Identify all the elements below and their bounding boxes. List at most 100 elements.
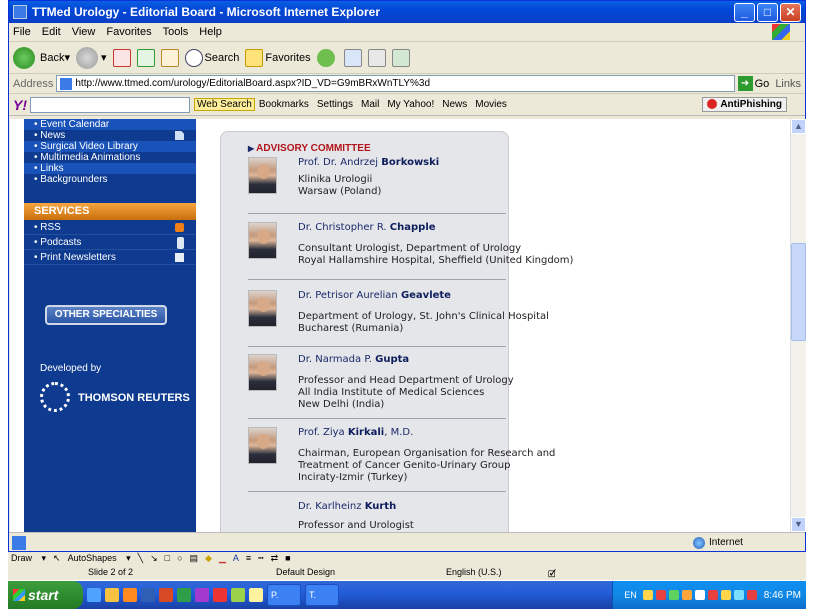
thomson-reuters-link[interactable]: THOMSON REUTERS (78, 392, 190, 404)
line-tool-icon[interactable]: ╲ (138, 553, 143, 564)
settings-button[interactable]: Settings (317, 99, 353, 110)
web-search-button[interactable]: Web Search (194, 98, 255, 111)
scroll-up-button[interactable]: ▲ (791, 119, 806, 134)
sidebar-item-links[interactable]: Links (24, 163, 196, 174)
font-color-icon[interactable]: A (233, 553, 239, 563)
shadow-style-icon[interactable]: ■ (285, 553, 290, 563)
home-button[interactable] (160, 48, 179, 67)
print-button[interactable] (367, 48, 386, 67)
word-quicklaunch-icon[interactable] (141, 588, 155, 602)
start-button[interactable]: start (8, 581, 83, 609)
notes-quicklaunch-icon[interactable] (249, 588, 263, 602)
ie-quicklaunch-icon[interactable] (87, 588, 101, 602)
mail-button-yahoo[interactable]: Mail (361, 99, 379, 110)
links-button[interactable]: Links (775, 78, 801, 90)
member-surname: Borkowski (381, 157, 440, 168)
autoshapes-menu[interactable]: AutoShapes ▾ (68, 553, 131, 564)
favorites-button[interactable]: Favorites (245, 48, 311, 67)
fill-color-icon[interactable]: ◆ (205, 553, 212, 564)
tray-icon[interactable] (655, 590, 666, 600)
member-name[interactable]: Prof. Dr. Andrzej Borkowski (298, 157, 439, 168)
taskbar-button-ttmed[interactable]: T. (305, 584, 339, 606)
member-name[interactable]: Dr. Christopher R. Chapple (298, 222, 436, 233)
messenger-button[interactable] (391, 48, 410, 67)
sidebar-item-backgrounders[interactable]: Backgrounders (24, 174, 196, 185)
oval-tool-icon[interactable]: ○ (177, 553, 182, 563)
refresh-button[interactable] (136, 48, 155, 67)
messenger-quicklaunch-icon[interactable] (231, 588, 245, 602)
browser-window: TTMed Urology - Editorial Board - Micros… (8, 0, 806, 552)
clock[interactable]: 8:46 PM (764, 590, 801, 601)
scrollbar-thumb[interactable] (791, 243, 806, 341)
menu-help[interactable]: Help (199, 26, 222, 38)
line-style-icon[interactable]: ≡ (246, 553, 251, 563)
other-specialties-button[interactable]: OTHER SPECIALTIES (45, 305, 167, 325)
input-language[interactable]: EN (624, 590, 637, 600)
menu-edit[interactable]: Edit (42, 26, 61, 38)
rectangle-tool-icon[interactable]: □ (165, 553, 170, 563)
tray-icon[interactable] (733, 590, 744, 600)
dash-style-icon[interactable]: ┅ (258, 553, 263, 564)
folder-quicklaunch-icon[interactable] (105, 588, 119, 602)
bookmarks-button[interactable]: Bookmarks (259, 99, 309, 110)
my-yahoo-button[interactable]: My Yahoo! (387, 99, 434, 110)
minimize-button[interactable]: _ (734, 2, 755, 22)
menu-tools[interactable]: Tools (163, 26, 189, 38)
tray-icon[interactable] (642, 590, 653, 600)
member-affiliation: Professor and Head Department of Urology… (298, 375, 514, 411)
powerpoint-quicklaunch-icon[interactable] (159, 588, 173, 602)
member-name[interactable]: Dr. Petrisor Aurelian Geavlete (298, 290, 451, 301)
excel-quicklaunch-icon[interactable] (177, 588, 191, 602)
member-name[interactable]: Prof. Ziya Kirkali, M.D. (298, 427, 413, 438)
tray-icon[interactable] (720, 590, 731, 600)
member-name[interactable]: Dr. Karlheinz Kurth (298, 501, 396, 512)
vertical-scrollbar[interactable]: ▲ ▼ (790, 119, 806, 532)
history-button[interactable] (316, 48, 338, 67)
select-pointer-icon[interactable]: ↖ (53, 553, 61, 564)
tray-icon[interactable] (694, 590, 705, 600)
stop-button[interactable] (112, 48, 131, 67)
scroll-down-button[interactable]: ▼ (791, 517, 806, 532)
acrobat-quicklaunch-icon[interactable] (213, 588, 227, 602)
mail-button[interactable] (343, 48, 362, 67)
back-arrow-icon (13, 46, 35, 69)
search-button[interactable]: Search (184, 48, 239, 67)
back-button[interactable]: Back ▾ (13, 46, 70, 69)
menu-file[interactable]: File (13, 26, 31, 38)
sidebar-item-event-calendar[interactable]: Event Calendar (24, 119, 196, 130)
service-print-newsletters[interactable]: Print Newsletters (24, 250, 196, 265)
yahoo-search-input[interactable] (30, 96, 190, 113)
tray-icon[interactable] (681, 590, 692, 600)
tray-icon[interactable] (668, 590, 679, 600)
star-icon (245, 48, 264, 67)
close-button[interactable]: ✕ (780, 2, 801, 22)
antiphishing-button[interactable]: AntiPhishing (702, 97, 787, 112)
line-color-icon[interactable]: ▁ (219, 553, 226, 564)
service-podcasts[interactable]: Podcasts (24, 235, 196, 250)
windows-taskbar: start P. T. EN 8:46 PM (8, 581, 806, 609)
sidebar-item-news[interactable]: News (24, 130, 196, 141)
menu-favorites[interactable]: Favorites (106, 26, 151, 38)
address-input[interactable]: http://www.ttmed.com/urology/EditorialBo… (56, 75, 735, 92)
arrow-style-icon[interactable]: ⇄ (271, 553, 279, 564)
textbox-tool-icon[interactable]: ▤ (190, 553, 199, 564)
arrow-tool-icon[interactable]: ↘ (150, 553, 158, 564)
draw-menu[interactable]: Draw ▾ (11, 553, 46, 564)
member-name[interactable]: Dr. Narmada P. Gupta (298, 354, 409, 365)
system-tray: EN 8:46 PM (612, 581, 806, 609)
tray-icon[interactable] (707, 590, 718, 600)
yahoo-logo[interactable]: Y! (13, 97, 27, 113)
tray-icon[interactable] (746, 590, 757, 600)
media-quicklaunch-icon[interactable] (195, 588, 209, 602)
go-button[interactable]: ➜ Go (737, 76, 769, 91)
menu-view[interactable]: View (72, 26, 96, 38)
service-rss[interactable]: RSS (24, 220, 196, 235)
movies-button[interactable]: Movies (475, 99, 507, 110)
sidebar-item-surgical-video-library[interactable]: Surgical Video Library (24, 141, 196, 152)
forward-button[interactable]: ▾ (76, 46, 107, 69)
sidebar-item-multimedia-animations[interactable]: Multimedia Animations (24, 152, 196, 163)
app-quicklaunch-icon[interactable] (123, 588, 137, 602)
taskbar-button-powerpoint[interactable]: P. (267, 584, 301, 606)
news-button[interactable]: News (442, 99, 467, 110)
maximize-button[interactable]: □ (757, 2, 778, 22)
